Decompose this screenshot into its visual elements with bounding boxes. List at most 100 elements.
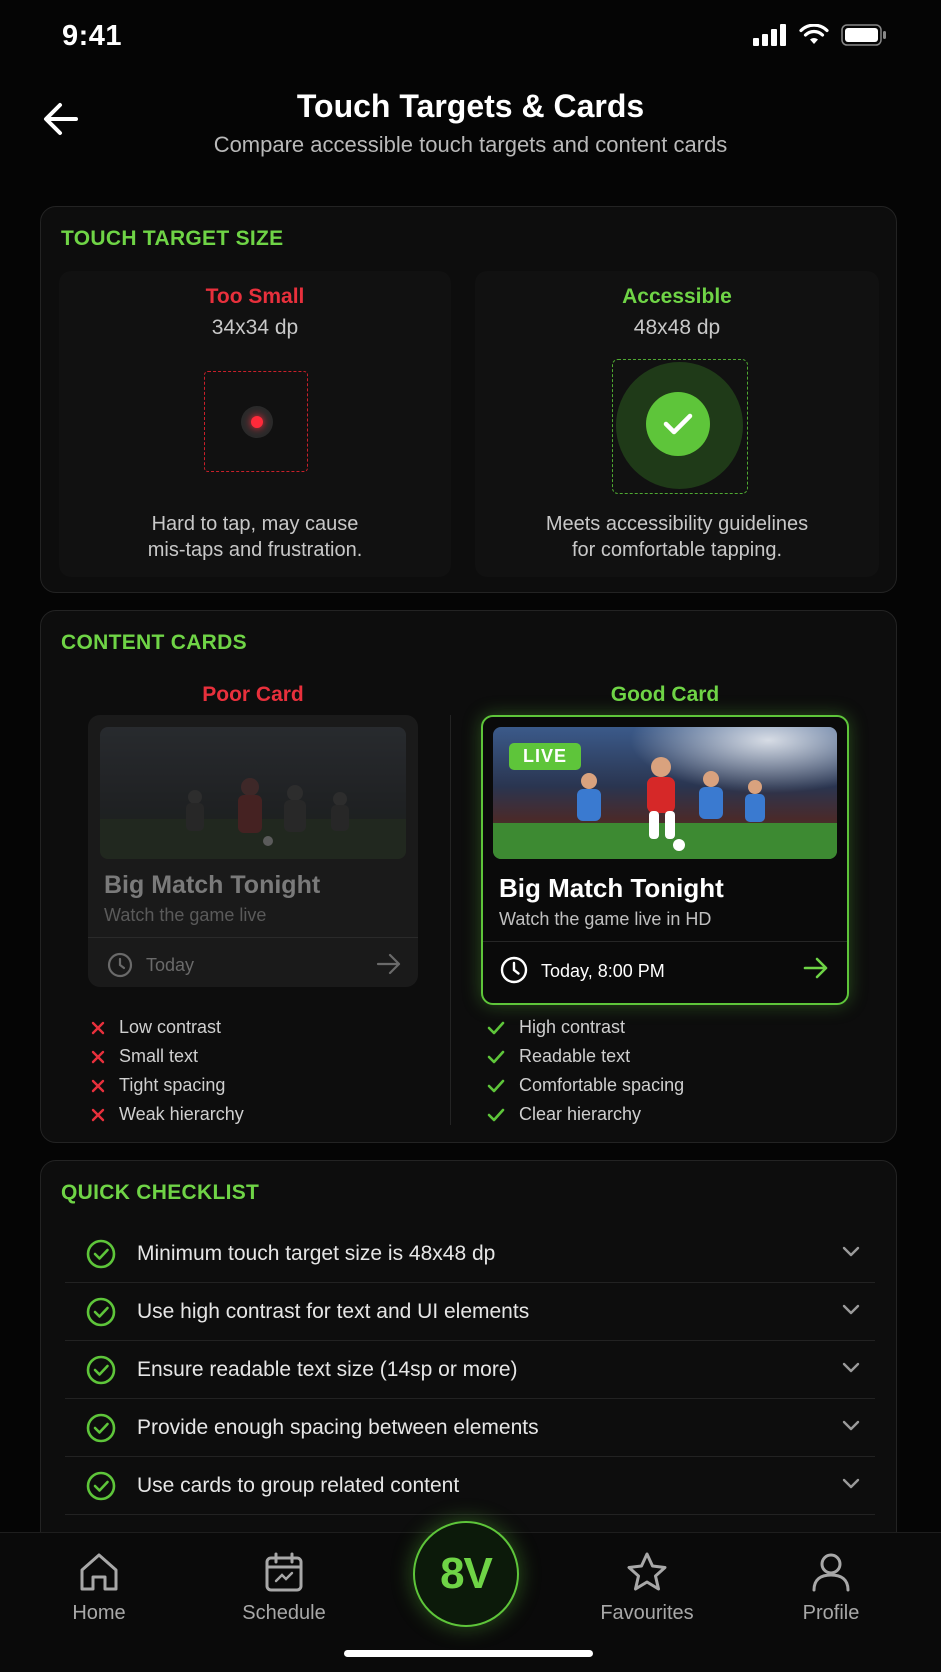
card-time: Today	[146, 955, 195, 975]
accessible-label: Accessible	[622, 285, 732, 308]
home-icon	[80, 1553, 118, 1591]
desc-line: Meets accessibility guidelines	[545, 513, 809, 535]
poor-card[interactable]: Big Match Tonight Watch the game live To…	[88, 715, 418, 987]
list-item: Weak hierarchy	[91, 1100, 244, 1129]
small-touch-target[interactable]	[204, 371, 308, 472]
touch-target-section: TOUCH TARGET SIZE Too Small 34x34 dp Har…	[40, 206, 897, 593]
accessible-touch-target[interactable]	[612, 359, 748, 494]
arrow-right-icon[interactable]	[803, 957, 829, 979]
poor-card-label: Poor Card	[202, 683, 304, 706]
check-icon	[646, 392, 710, 456]
clock-icon	[500, 956, 528, 984]
calendar-icon	[265, 1552, 303, 1592]
accessible-size: 48x48 dp	[633, 316, 721, 339]
too-small-label: Too Small	[205, 285, 305, 308]
chevron-down-icon	[842, 1420, 860, 1431]
star-icon	[627, 1552, 667, 1591]
checklist-item-label: Use high contrast for text and UI elemen…	[137, 1300, 530, 1323]
card-subtitle: Watch the game live	[104, 905, 267, 925]
checklist-item[interactable]: Provide enough spacing between elements	[65, 1399, 875, 1457]
too-small-panel: Too Small 34x34 dp Hard to tap, may caus…	[59, 271, 451, 577]
clock-icon	[107, 952, 133, 978]
x-icon	[91, 1079, 119, 1093]
home-indicator[interactable]	[344, 1650, 593, 1657]
column-divider	[450, 715, 451, 1125]
x-icon	[91, 1021, 119, 1035]
list-item: Low contrast	[91, 1013, 244, 1042]
user-icon	[812, 1553, 850, 1592]
check-icon	[487, 1021, 519, 1035]
desc-line: mis-taps and frustration.	[147, 539, 363, 561]
card-time: Today, 8:00 PM	[541, 961, 665, 981]
center-logo-button[interactable]: 8V	[413, 1521, 519, 1627]
list-item-label: Low contrast	[119, 1017, 222, 1037]
nav-item-schedule[interactable]: Schedule	[219, 1551, 349, 1625]
list-item-label: Tight spacing	[119, 1075, 226, 1095]
match-image	[100, 727, 406, 859]
poor-card-issues: Low contrast Small text Tight spacing We…	[91, 1013, 244, 1129]
list-item: High contrast	[487, 1013, 684, 1042]
card-title: Big Match Tonight	[104, 871, 321, 899]
checklist-item[interactable]: Use high contrast for text and UI elemen…	[65, 1283, 875, 1341]
arrow-right-icon[interactable]	[376, 953, 402, 975]
status-bar: 9:41	[0, 0, 941, 76]
status-icons	[753, 24, 887, 46]
list-item-label: Weak hierarchy	[119, 1104, 244, 1124]
chevron-down-icon	[842, 1246, 860, 1257]
checklist-item-label: Minimum touch target size is 48x48 dp	[137, 1242, 496, 1265]
list-item: Readable text	[487, 1042, 684, 1071]
section-title: TOUCH TARGET SIZE	[61, 227, 284, 250]
good-card-features: High contrast Readable text Comfortable …	[487, 1013, 684, 1129]
card-divider	[483, 941, 847, 942]
card-divider	[88, 937, 418, 938]
quick-checklist-section: QUICK CHECKLIST Minimum touch target siz…	[40, 1160, 897, 1560]
section-title: QUICK CHECKLIST	[61, 1181, 260, 1204]
logo-text: 8V	[440, 1549, 493, 1598]
check-icon	[487, 1079, 519, 1093]
check-circle-icon	[86, 1471, 116, 1501]
too-small-description: Hard to tap, may cause mis-taps and frus…	[79, 511, 431, 563]
content-cards-section: CONTENT CARDS Poor Card Good Card Big Ma	[40, 610, 897, 1143]
checklist-item[interactable]: Minimum touch target size is 48x48 dp	[65, 1225, 875, 1283]
nav-item-favourites[interactable]: Favourites	[582, 1551, 712, 1625]
match-image: LIVE	[493, 727, 837, 859]
page-subtitle: Compare accessible touch targets and con…	[213, 132, 728, 157]
list-item: Comfortable spacing	[487, 1071, 684, 1100]
accessible-description: Meets accessibility guidelines for comfo…	[495, 511, 859, 563]
list-item: Tight spacing	[91, 1071, 244, 1100]
nav-item-profile[interactable]: Profile	[766, 1551, 896, 1625]
nav-label: Home	[72, 1602, 126, 1624]
accessible-panel: Accessible 48x48 dp Meets accessibility …	[475, 271, 879, 577]
list-item-label: Clear hierarchy	[519, 1104, 642, 1124]
checklist-item[interactable]: Ensure readable text size (14sp or more)	[65, 1341, 875, 1399]
check-circle-icon	[86, 1413, 116, 1443]
list-item-label: Small text	[119, 1046, 199, 1066]
checklist-item-label: Use cards to group related content	[137, 1474, 460, 1497]
chevron-down-icon	[842, 1362, 860, 1373]
check-icon	[487, 1050, 519, 1064]
card-title: Big Match Tonight	[499, 873, 724, 903]
good-card[interactable]: LIVE Big Match Tonight Watch the game li…	[481, 715, 849, 1005]
live-badge: LIVE	[509, 743, 582, 770]
x-icon	[91, 1050, 119, 1064]
list-item-label: Readable text	[519, 1046, 631, 1066]
list-item: Small text	[91, 1042, 244, 1071]
checklist-item-label: Provide enough spacing between elements	[137, 1416, 539, 1439]
chevron-down-icon	[842, 1304, 860, 1315]
desc-line: for comfortable tapping.	[571, 539, 783, 561]
battery-icon	[841, 24, 886, 46]
check-icon	[487, 1108, 519, 1122]
signal-icon	[753, 24, 786, 46]
checklist-item-label: Ensure readable text size (14sp or more)	[137, 1358, 518, 1381]
nav-label: Profile	[802, 1602, 860, 1624]
check-circle-icon	[86, 1239, 116, 1269]
nav-item-home[interactable]: Home	[34, 1551, 164, 1625]
target-dot-icon	[241, 406, 273, 438]
list-item: Clear hierarchy	[487, 1100, 684, 1129]
desc-line: Hard to tap, may cause	[151, 513, 359, 535]
nav-label: Favourites	[600, 1602, 694, 1624]
check-circle-icon	[86, 1297, 116, 1327]
checklist-item[interactable]: Use cards to group related content	[65, 1457, 875, 1515]
too-small-size: 34x34 dp	[211, 316, 299, 339]
page-header: Touch Targets & Cards Compare accessible…	[0, 76, 941, 186]
